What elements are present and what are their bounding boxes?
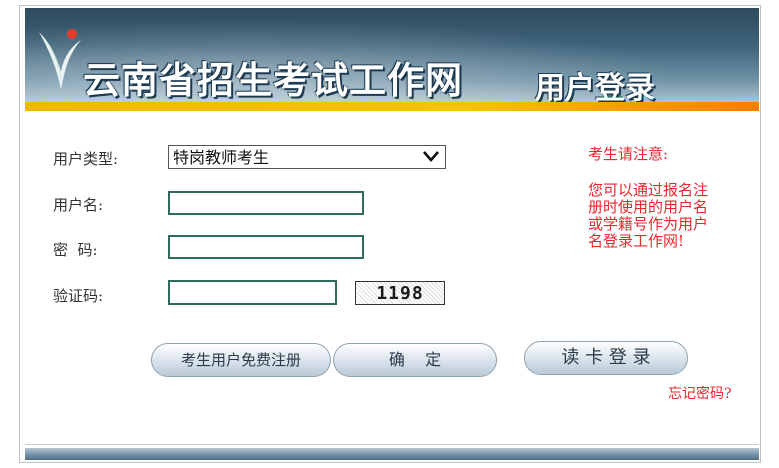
notice-title: 考生请注意: xyxy=(588,145,669,163)
forgot-password-link[interactable]: 忘记密码? xyxy=(668,383,732,403)
username-label: 用户名: xyxy=(53,196,104,214)
user-type-label: 用户类型: xyxy=(53,150,119,168)
banner-stripe xyxy=(25,102,759,111)
footer-bar xyxy=(25,448,759,460)
footer-divider xyxy=(25,444,759,445)
user-type-select-wrap[interactable]: 特岗教师考生 xyxy=(168,145,446,169)
captcha-input[interactable] xyxy=(168,280,337,305)
captcha-image[interactable]: 1198 xyxy=(355,281,445,305)
captcha-label: 验证码: xyxy=(53,287,104,305)
user-type-select[interactable]: 特岗教师考生 xyxy=(168,145,446,169)
card-login-button[interactable]: 读 卡 登 录 xyxy=(524,341,688,375)
password-label: 密 码: xyxy=(53,241,98,259)
header-banner: 云南省招生考试工作网 用户登录 xyxy=(25,8,759,111)
username-input[interactable] xyxy=(168,191,364,215)
notice-body: 您可以通过报名注册时使用的用户名或学籍号作为用户名登录工作网! xyxy=(588,181,709,250)
password-input[interactable] xyxy=(168,235,364,259)
banner-title: 云南省招生考试工作网 xyxy=(83,59,463,102)
confirm-button[interactable]: 确 定 xyxy=(333,343,497,377)
leaf-logo-icon xyxy=(39,29,81,90)
banner-subtitle: 用户登录 xyxy=(535,71,655,106)
register-button[interactable]: 考生用户免费注册 xyxy=(151,343,331,377)
